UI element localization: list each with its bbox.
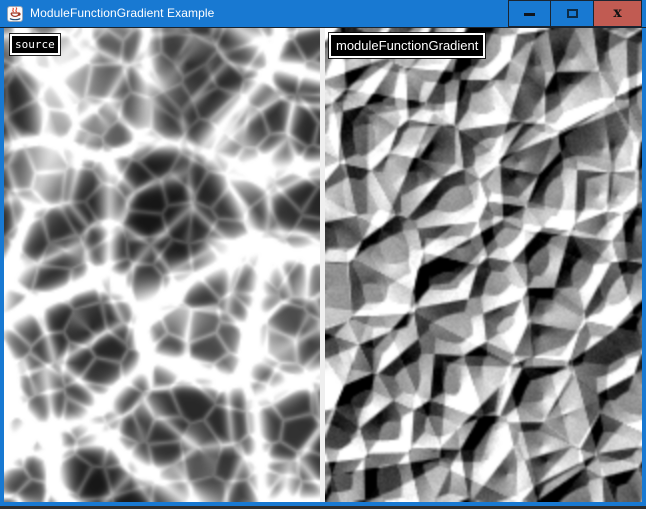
titlebar[interactable]: ModuleFunctionGradient Example x — [0, 0, 646, 28]
close-icon: x — [613, 6, 621, 20]
window-title: ModuleFunctionGradient Example — [30, 0, 214, 27]
maximize-button[interactable] — [550, 0, 594, 27]
minimize-icon — [524, 13, 535, 16]
panel-source: source — [4, 28, 320, 502]
module-function-gradient-image-label: moduleFunctionGradient — [329, 33, 485, 58]
maximize-icon — [567, 9, 578, 18]
source-noise-image — [4, 28, 320, 502]
java-coffee-cup-icon — [7, 6, 23, 22]
app-window: ModuleFunctionGradient Example x source … — [0, 0, 646, 509]
panel-module-function-gradient: moduleFunctionGradient — [325, 28, 642, 502]
close-button[interactable]: x — [593, 0, 642, 27]
minimize-button[interactable] — [508, 0, 551, 27]
content-area: source moduleFunctionGradient — [0, 28, 646, 502]
window-controls: x — [509, 0, 642, 27]
module-function-gradient-image — [325, 28, 642, 502]
source-image-label: source — [10, 34, 60, 55]
